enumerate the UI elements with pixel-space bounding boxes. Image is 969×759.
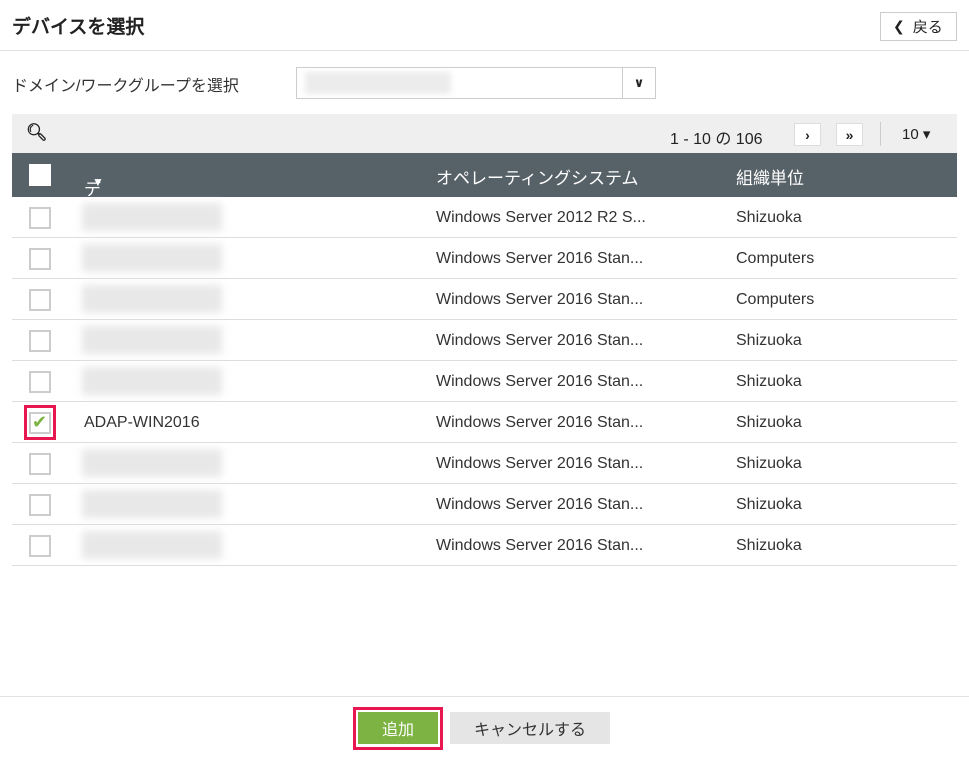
pagination-range: 1 - 10 の 106 <box>670 131 763 148</box>
per-page-value: 10 <box>902 126 919 143</box>
device-name-redacted <box>82 367 222 395</box>
table-row[interactable]: Windows Server 2016 Stan... Shizuoka <box>12 320 957 361</box>
add-button[interactable]: 追加 <box>358 712 438 744</box>
table-row[interactable]: Windows Server 2016 Stan... Computers <box>12 279 957 320</box>
cancel-button[interactable]: キャンセルする <box>450 712 610 744</box>
table-row[interactable]: Windows Server 2016 Stan... Shizuoka <box>12 361 957 402</box>
table-toolbar: 🔍︎ 1 - 10 の 106 › » 10 ▾ <box>12 114 957 153</box>
table-row[interactable]: Windows Server 2016 Stan... Shizuoka <box>12 525 957 566</box>
os-cell: Windows Server 2016 Stan... <box>436 455 644 472</box>
ou-cell: Shizuoka <box>736 455 802 472</box>
domain-value-redacted <box>305 72 451 94</box>
column-ou[interactable]: 組織単位 <box>736 164 804 189</box>
divider <box>880 122 881 146</box>
search-filter-icon[interactable]: 🔍︎ <box>26 123 48 143</box>
table-header: デバイス ▼ オペレーティングシステム 組織単位 <box>12 153 957 274</box>
chevron-down-icon[interactable]: ∨ <box>622 68 655 98</box>
back-button[interactable]: ❮ 戻る <box>880 12 957 41</box>
row-checkbox[interactable] <box>29 207 51 229</box>
device-name-redacted <box>82 326 222 354</box>
ou-cell: Shizuoka <box>736 209 802 226</box>
column-os[interactable]: オペレーティングシステム <box>436 164 638 189</box>
device-name-redacted <box>82 490 222 518</box>
os-cell: Windows Server 2012 R2 S... <box>436 209 646 226</box>
page-title: デバイスを選択 <box>12 17 145 38</box>
row-checkbox[interactable] <box>29 289 51 311</box>
select-all-checkbox[interactable] <box>29 164 51 186</box>
ou-cell: Computers <box>736 250 815 267</box>
device-name-redacted <box>82 203 222 231</box>
ou-cell: Shizuoka <box>736 496 802 513</box>
domain-label: ドメイン/ワークグループを選択 <box>12 78 239 95</box>
os-cell: Windows Server 2016 Stan... <box>436 537 644 554</box>
ou-cell: Shizuoka <box>736 537 802 554</box>
table-row[interactable]: Windows Server 2016 Stan... Shizuoka <box>12 443 957 484</box>
divider <box>0 696 969 697</box>
domain-select[interactable]: ∨ <box>296 67 656 99</box>
device-name-redacted <box>82 449 222 477</box>
device-name-redacted <box>82 285 222 313</box>
divider <box>0 50 969 51</box>
row-checkbox[interactable] <box>29 330 51 352</box>
ou-cell: Computers <box>736 291 815 308</box>
row-checkbox[interactable] <box>29 453 51 475</box>
os-cell: Windows Server 2016 Stan... <box>436 332 644 349</box>
table-row[interactable]: Windows Server 2012 R2 S... Shizuoka <box>12 197 957 238</box>
ou-cell: Shizuoka <box>736 332 802 349</box>
os-cell: Windows Server 2016 Stan... <box>436 414 644 431</box>
filter-icon[interactable]: ▼ <box>92 175 104 189</box>
table-row[interactable]: Windows Server 2016 Stan... Shizuoka <box>12 484 957 525</box>
per-page-select[interactable]: 10 ▾ <box>902 125 930 143</box>
table-row[interactable]: ✔ ADAP-WIN2016 Windows Server 2016 Stan...… <box>12 402 957 443</box>
device-name: ADAP-WIN2016 <box>84 414 200 431</box>
device-name-redacted <box>82 244 222 272</box>
highlight-box <box>24 405 56 440</box>
device-name-redacted <box>82 531 222 559</box>
last-page-button[interactable]: » <box>836 123 863 146</box>
os-cell: Windows Server 2016 Stan... <box>436 291 644 308</box>
table-row[interactable]: Windows Server 2016 Stan... Computers <box>12 238 957 279</box>
row-checkbox[interactable] <box>29 248 51 270</box>
next-page-button[interactable]: › <box>794 123 821 146</box>
row-checkbox[interactable] <box>29 535 51 557</box>
row-checkbox[interactable] <box>29 494 51 516</box>
chevron-left-icon: ❮ <box>893 18 905 34</box>
ou-cell: Shizuoka <box>736 414 802 431</box>
back-label: 戻る <box>912 19 943 36</box>
row-checkbox[interactable] <box>29 371 51 393</box>
os-cell: Windows Server 2016 Stan... <box>436 373 644 390</box>
os-cell: Windows Server 2016 Stan... <box>436 496 644 513</box>
ou-cell: Shizuoka <box>736 373 802 390</box>
os-cell: Windows Server 2016 Stan... <box>436 250 644 267</box>
